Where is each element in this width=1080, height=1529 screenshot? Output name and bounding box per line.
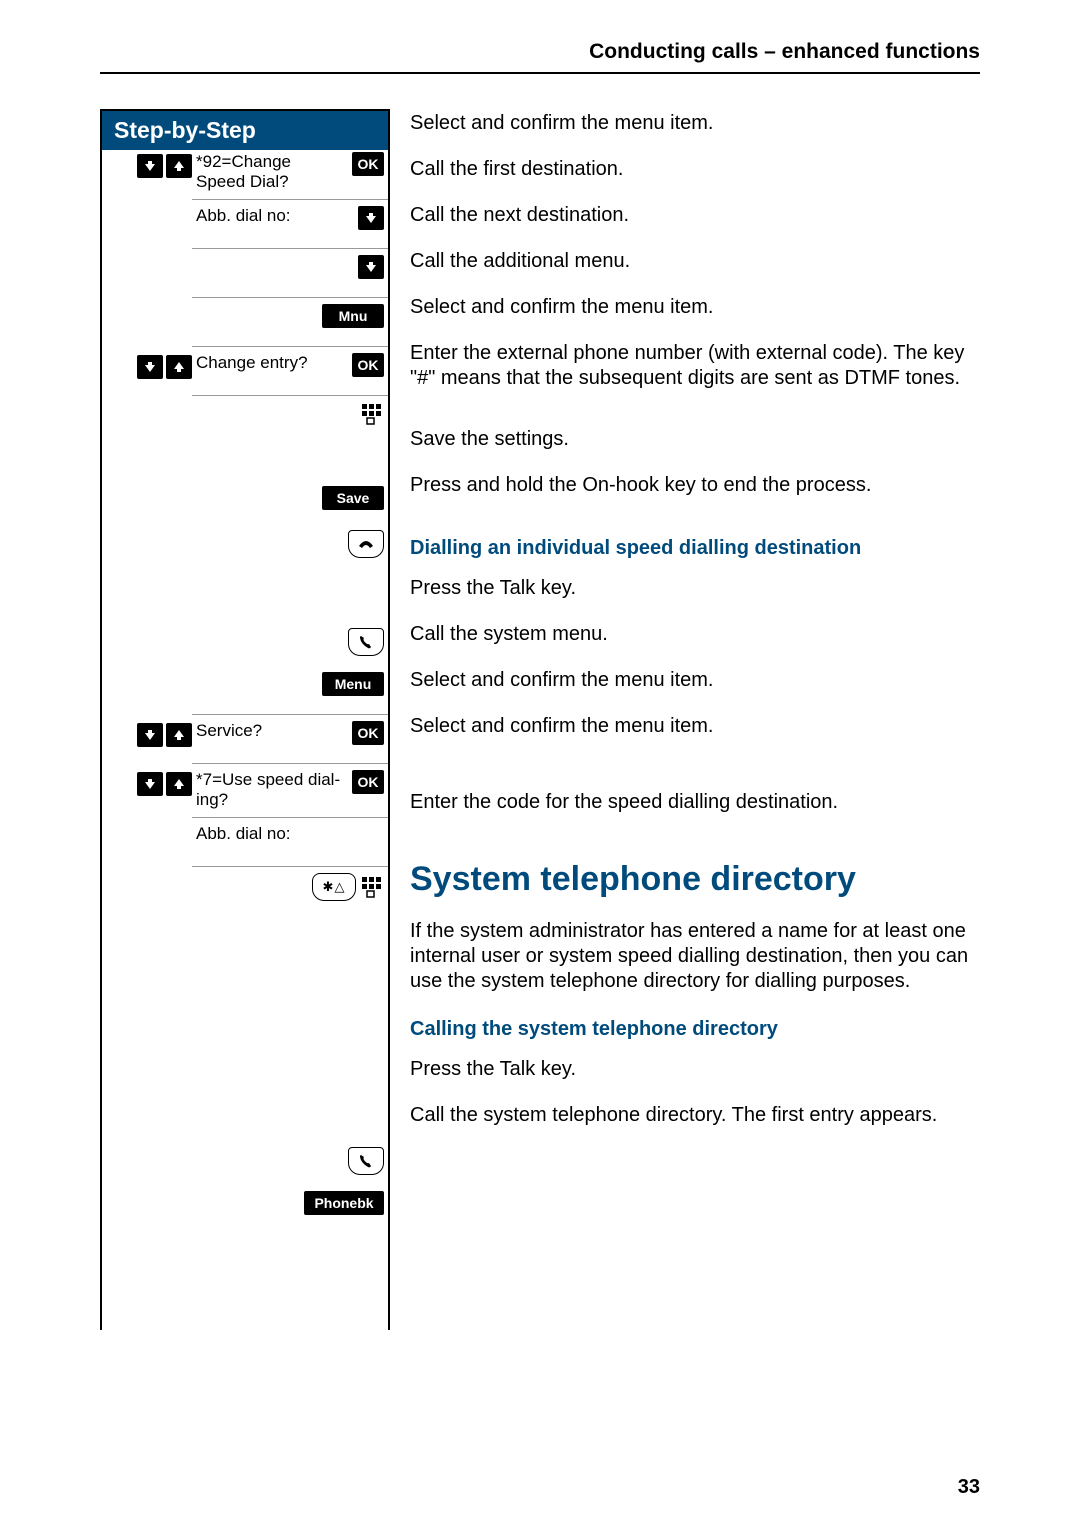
step-row: Mnu [102,302,388,342]
step-row [102,528,388,568]
talk-key-icon [348,1147,384,1175]
step-box: *92=Change Speed Dial? OK Abb. dial no: [100,150,390,1330]
mnu-button: Mnu [322,304,384,328]
instruction-text: Enter the external phone number (with ex… [410,339,980,421]
step-row [102,400,388,480]
arrow-down-icon [137,723,163,747]
keypad-icon [360,875,384,899]
step-row [102,626,388,666]
ok-button: OK [352,353,384,377]
display-text: Abb. dial no: [196,824,348,844]
onhook-key-icon [348,530,384,558]
step-row: *7=Use speed dial-ing? OK [102,768,388,813]
instruction-text: Call the system menu. [410,620,980,662]
arrow-up-icon [166,772,192,796]
step-row: Change entry? OK [102,351,388,391]
instruction-column: Select and confirm the menu item. Call t… [390,109,980,1147]
display-text: *92=Change Speed Dial? [196,152,348,193]
instruction-text: Enter the code for the speed dialling de… [410,788,980,830]
instruction-text: Press the Talk key. [410,574,980,616]
ok-button: OK [352,721,384,745]
main-heading: System telephone directory [410,860,980,899]
ok-button: OK [352,770,384,794]
display-text: Change entry? [196,353,348,373]
instruction-text: Select and confirm the menu item. [410,712,980,754]
page-header: Conducting calls – enhanced functions [100,40,980,74]
arrow-up-icon [166,723,192,747]
step-row: ✱△ [102,871,388,911]
step-row [102,1145,388,1185]
sub-heading: Dialling an individual speed dialling de… [410,537,980,560]
menu-button: Menu [322,672,384,696]
instruction-text: Call the next destination. [410,201,980,243]
phonebk-button: Phonebk [304,1191,384,1215]
step-row: Abb. dial no: [102,822,388,862]
keypad-icon [360,402,384,426]
sub-heading: Calling the system telephone directory [410,1018,980,1041]
step-row: Service? OK [102,719,388,759]
instruction-text: Save the settings. [410,425,980,467]
page-number: 33 [958,1476,980,1499]
step-row: Phonebk [102,1189,388,1229]
step-column: Step-by-Step *92=Change Speed Dial? [100,109,390,1330]
instruction-text: Select and confirm the menu item. [410,293,980,335]
instruction-text: Select and confirm the menu item. [410,109,980,151]
step-row: Menu [102,670,388,710]
instruction-text: Call the additional menu. [410,247,980,289]
display-text: *7=Use speed dial-ing? [196,770,348,811]
instruction-text: Press the Talk key. [410,1055,980,1097]
instruction-text: Select and confirm the menu item. [410,666,980,708]
paragraph: If the system administrator has entered … [410,919,980,994]
arrow-up-icon [166,154,192,178]
save-button: Save [322,486,384,510]
star-key-icon: ✱△ [312,873,356,901]
ok-button: OK [352,152,384,176]
instruction-text: Press and hold the On-hook key to end th… [410,471,980,513]
content-columns: Step-by-Step *92=Change Speed Dial? [100,109,980,1330]
page: Conducting calls – enhanced functions St… [0,0,1080,1529]
display-text: Abb. dial no: [196,206,348,226]
talk-key-icon [348,628,384,656]
arrow-down-icon [358,206,384,230]
step-row: Abb. dial no: [102,204,388,244]
instruction-text: Call the system telephone directory. The… [410,1101,980,1143]
arrow-down-icon [137,355,163,379]
arrow-down-icon [358,255,384,279]
step-title: Step-by-Step [100,109,390,150]
arrow-up-icon [166,355,192,379]
step-row [102,253,388,293]
arrow-down-icon [137,772,163,796]
step-row: Save [102,484,388,524]
instruction-text: Call the first destination. [410,155,980,197]
arrow-down-icon [137,154,163,178]
display-text: Service? [196,721,348,741]
step-row: *92=Change Speed Dial? OK [102,150,388,195]
